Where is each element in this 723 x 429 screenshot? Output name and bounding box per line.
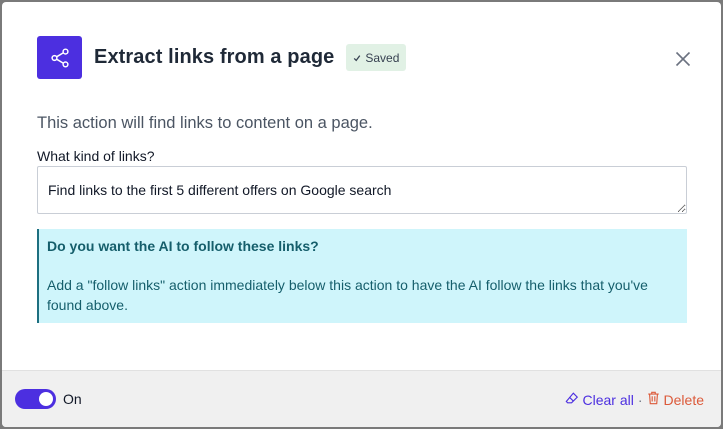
toggle-state-label: On <box>63 391 82 407</box>
delete-label: Delete <box>663 391 704 408</box>
links-description-input[interactable]: Find links to the first 5 different offe… <box>37 166 687 214</box>
close-button[interactable] <box>673 49 693 69</box>
enable-toggle[interactable] <box>15 389 56 409</box>
info-callout-text: Add a "follow links" action immediately … <box>47 277 648 313</box>
status-badge-label: Saved <box>365 50 400 65</box>
action-modal: Extract links from a page Saved This act… <box>2 2 721 427</box>
clear-all-label: Clear all <box>582 391 634 408</box>
page-title: Extract links from a page <box>94 46 335 68</box>
status-badge: Saved <box>346 44 407 71</box>
action-description: This action will find links to content o… <box>37 114 373 132</box>
info-callout-title: Do you want the AI to follow these links… <box>47 238 319 254</box>
modal-header: Extract links from a page Saved <box>37 36 407 79</box>
close-icon <box>675 51 691 67</box>
modal-footer: On Clear all · Delete <box>2 370 721 427</box>
share-icon <box>37 36 82 79</box>
info-callout: Do you want the AI to follow these links… <box>37 229 687 323</box>
check-icon <box>353 51 361 65</box>
eraser-icon <box>565 391 579 408</box>
toggle-knob <box>39 392 53 406</box>
clear-all-button[interactable]: Clear all <box>565 391 634 408</box>
action-separator: · <box>637 391 643 408</box>
links-field-label: What kind of links? <box>37 148 155 164</box>
footer-actions: Clear all · Delete <box>565 391 704 408</box>
delete-button[interactable]: Delete <box>647 391 704 408</box>
trash-icon <box>647 391 660 408</box>
